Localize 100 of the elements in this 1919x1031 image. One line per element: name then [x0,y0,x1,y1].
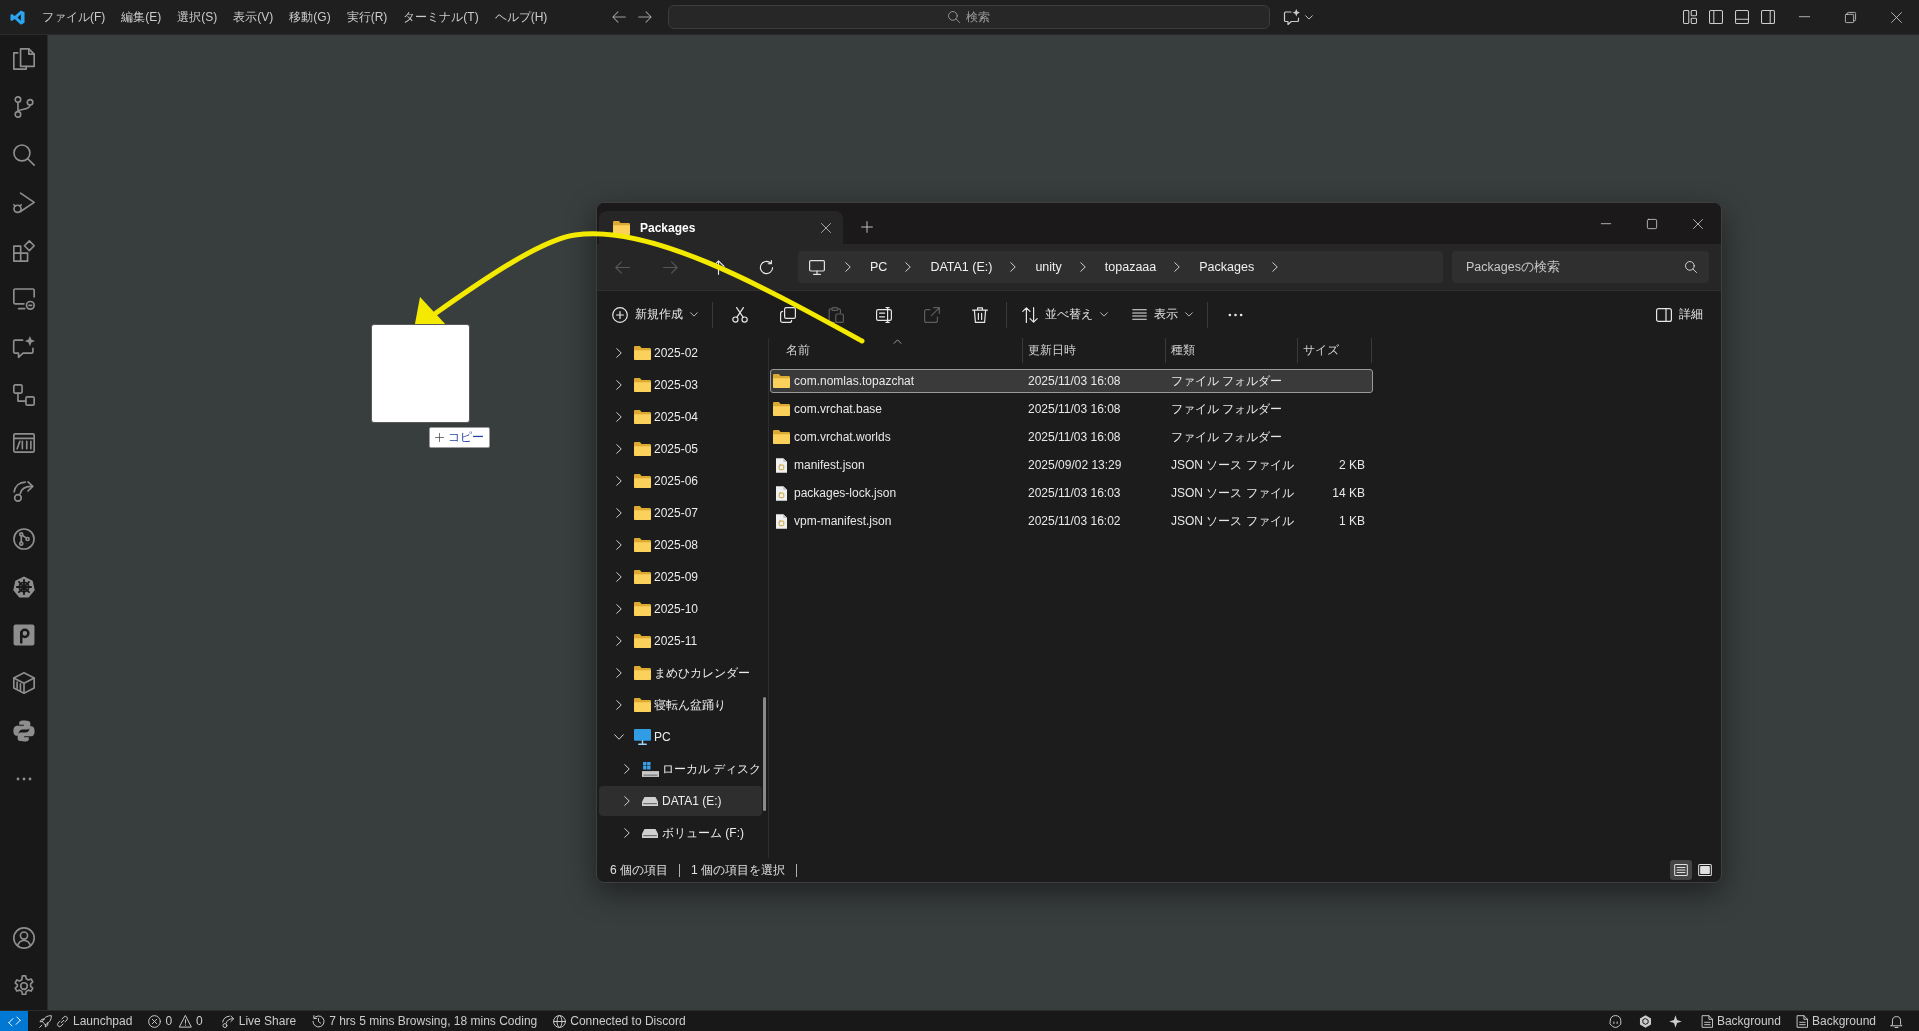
python-icon[interactable] [12,720,35,742]
nav-pane-item[interactable]: 2025-07 [599,498,762,528]
chat-sparkle-icon[interactable] [1284,9,1300,25]
chevron-right-icon[interactable] [905,262,912,272]
scrollbar-thumb[interactable] [763,697,766,811]
command-center-button[interactable]: 検索 [668,5,1270,29]
chevron-right-icon[interactable] [616,540,622,550]
chevron-right-icon[interactable] [1174,262,1181,272]
blocks-icon[interactable] [12,240,35,262]
chevron-right-icon[interactable] [616,668,622,678]
menu-item[interactable]: 編集(E) [113,4,170,30]
launchpad-item[interactable]: Launchpad [34,1011,138,1031]
nav-pane-item[interactable]: 2025-11 [599,626,762,656]
details-pane-button[interactable]: 詳細 [1648,298,1711,331]
layout-grid-icon[interactable] [1683,10,1697,24]
column-header[interactable]: 名前 [771,338,1023,363]
nav-pane-item[interactable]: 2025-03 [599,370,762,400]
chevron-right-icon[interactable] [616,380,622,390]
column-header[interactable]: 種類 [1166,338,1298,363]
p-tile-icon[interactable] [12,624,35,646]
chevron-right-icon[interactable] [1010,262,1017,272]
breadcrumb-item[interactable]: DATA1 (E:) [924,254,999,280]
menu-item[interactable]: 表示(V) [225,4,282,30]
chevron-right-icon[interactable] [616,508,622,518]
cube-icon[interactable] [12,672,35,694]
nav-pane-item[interactable]: まめひカレンダー [599,658,762,688]
search-icon[interactable] [12,144,35,166]
left-panel-icon[interactable] [1709,10,1723,24]
file-row[interactable]: com.vrchat.base 2025/11/03 16:08 ファイル フォルダー [770,397,1373,421]
chevron-right-icon[interactable] [1272,262,1279,272]
settings-icon[interactable] [12,975,35,997]
menu-item[interactable]: ファイル(F) [34,4,114,30]
chat-sparkle-icon[interactable] [12,336,35,358]
tab[interactable]: Packages [599,211,843,244]
column-header[interactable]: サイズ [1298,338,1372,363]
chevron-right-icon[interactable] [624,796,630,806]
chevron-right-icon[interactable] [616,636,622,646]
nav-pane-item[interactable]: ボリューム (F:) [599,818,762,848]
left-arrow-icon[interactable] [612,11,626,23]
nav-pane-item[interactable]: 寝転ん盆踊り [599,690,762,720]
nav-pane-item[interactable]: 2025-02 [599,338,762,368]
breadcrumb-item[interactable]: topazaaa [1098,254,1163,280]
sort-button[interactable]: 並べ替え [1014,298,1116,331]
new-button[interactable]: 新規作成 [604,298,706,331]
branch-icon[interactable] [12,96,35,118]
live-share-item[interactable]: Live Share [216,1011,302,1031]
time-tracker-item[interactable]: 7 hrs 5 mins Browsing, 18 mins Coding [307,1011,543,1031]
column-header[interactable]: 更新日時 [1023,338,1166,363]
plus-icon[interactable] [861,221,873,233]
discord-status-item[interactable]: Connected to Discord [548,1011,691,1031]
play-bug-icon[interactable] [12,192,35,214]
background-task-item[interactable]: Background [1696,1011,1786,1031]
chevron-right-icon[interactable] [1079,262,1086,272]
chevron-right-icon[interactable] [624,764,630,774]
nav-pane-item[interactable]: 2025-05 [599,434,762,464]
close-icon[interactable] [821,222,831,233]
nav-pane-item[interactable]: 2025-04 [599,402,762,432]
chevron-right-icon[interactable] [616,348,622,358]
caret-icon[interactable] [1305,14,1313,20]
nav-pane-item[interactable]: DATA1 (E:) [599,786,762,816]
chevron-right-icon[interactable] [616,476,622,486]
breadcrumb-item[interactable]: Packages [1193,254,1261,280]
chevron-right-icon[interactable] [845,262,851,272]
nav-pane-item[interactable]: ローカル ディスク [599,754,762,784]
search-field[interactable]: Packagesの検索 [1452,251,1709,283]
background-task-item[interactable]: Background [1791,1011,1881,1031]
menu-item[interactable]: 実行(R) [338,4,396,30]
file-row[interactable]: manifest.json 2025/09/02 13:29 JSON ソース ファイル 2 KB [770,453,1373,477]
chevron-right-icon[interactable] [616,444,622,454]
linked-boxes-icon[interactable] [12,384,35,406]
git-circle-icon[interactable] [12,528,35,550]
chevron-right-icon[interactable] [616,572,622,582]
breadcrumb-item[interactable]: unity [1029,254,1068,280]
menu-item[interactable]: ヘルプ(H) [486,4,556,30]
chevron-down-icon[interactable] [614,734,624,740]
nav-pane-item[interactable]: PC [599,722,762,752]
bottom-panel-icon[interactable] [1735,10,1749,24]
chevron-right-icon[interactable] [616,412,622,422]
nav-pane-item[interactable]: 2025-10 [599,594,762,624]
sparkle-icon[interactable] [1669,1014,1683,1028]
more-icon[interactable] [15,777,32,781]
view-button[interactable]: 表示 [1124,298,1201,331]
nav-pane-item[interactable]: 2025-08 [599,530,762,560]
menu-item[interactable]: 移動(G) [281,4,339,30]
file-row[interactable]: com.nomlas.topazchat 2025/11/03 16:08 ファイル フォルダー [770,369,1373,393]
person-circle-icon[interactable] [12,927,35,949]
right-panel-icon[interactable] [1761,10,1775,24]
details-view-button[interactable] [1670,860,1692,880]
file-row[interactable]: vpm-manifest.json 2025/11/03 16:02 JSON ソース ファイル 1 KB [770,509,1373,533]
breadcrumb-item[interactable]: PC [864,254,894,280]
helm-wheel-icon[interactable] [12,576,35,598]
chevron-right-icon[interactable] [616,604,622,614]
nav-pane-item[interactable]: 2025-09 [599,562,762,592]
bell-icon[interactable] [1889,1014,1903,1028]
files-icon[interactable] [12,48,35,70]
hexagon-icon[interactable] [1639,1014,1653,1028]
chevron-right-icon[interactable] [616,700,622,710]
share-arrow-icon[interactable] [12,480,35,502]
right-arrow-icon[interactable] [638,11,652,23]
menu-item[interactable]: 選択(S) [169,4,226,30]
